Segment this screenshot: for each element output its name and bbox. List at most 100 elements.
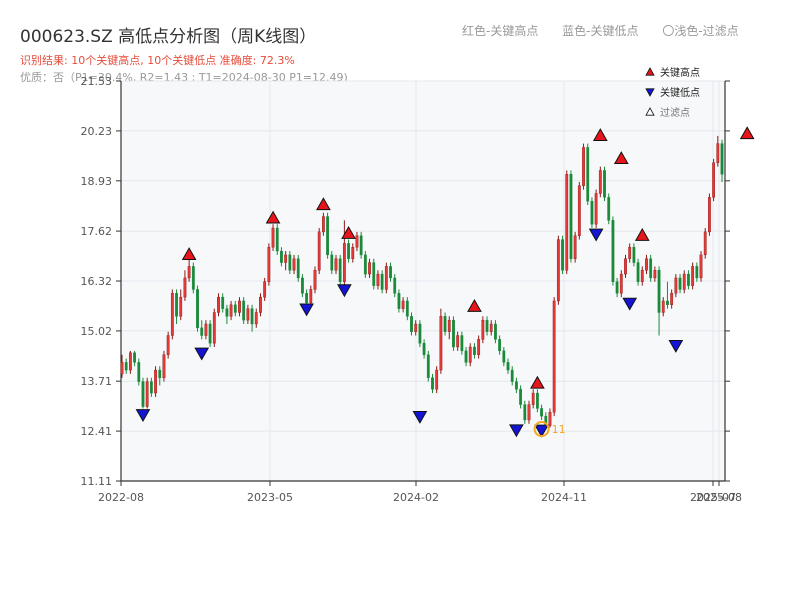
candle-body [397,293,401,309]
candle-body [292,258,296,271]
candle-body [691,266,695,286]
candle-body [301,277,304,294]
candle-body [670,293,674,306]
legend-label: 关键低点 [660,86,700,99]
candle-body [288,254,292,271]
candle-body [405,300,409,317]
candle-body [607,197,611,221]
legend-label: 关键高点 [660,66,700,79]
candle-body [431,377,434,390]
candle-body [145,381,149,407]
candle-body [720,143,724,175]
candle-body [372,262,376,286]
candle-body [473,346,476,355]
candle-body [561,239,564,271]
candle-body [712,162,716,198]
y-tick-label: 21.53 [81,75,113,88]
candle-body [271,227,275,248]
candle-body [196,289,199,329]
candle-body [628,247,632,259]
candle-body [410,316,413,332]
candle-body [246,308,250,321]
candle-body [678,277,682,290]
candle-body [200,327,204,336]
candle-body [254,312,258,325]
candle-body [263,281,267,298]
candle-body [170,293,174,336]
legend-marker [645,67,655,76]
candle-body [619,273,623,294]
candle-body [590,200,594,225]
y-tick-label: 15.02 [81,325,113,338]
candle-body [598,170,602,194]
candle-body [577,185,581,236]
candle-body [154,369,157,394]
candle-body [317,231,321,271]
candle-body [594,193,598,225]
candle-body [477,339,481,355]
candle-body [321,216,325,233]
candle-body [452,319,455,348]
candle-body [124,362,128,371]
y-tick-label: 16.32 [81,275,113,288]
candle-body [217,296,220,313]
candle-body [401,300,405,309]
candle-body [175,293,178,317]
candle-body [699,254,703,279]
candle-body [389,266,392,279]
candle-body [280,250,283,263]
candle-body [267,247,271,282]
candlestick-chart: 11.11 12.41 13.71 15.02 16.32 17.62 18.93 20.23… [81,66,755,504]
x-tick-label: 2024-02 [393,491,439,504]
candle-body [582,147,585,186]
candle-body [120,362,124,375]
candle-body [603,170,606,198]
candle-body [225,308,229,317]
candle-body [183,277,187,298]
candle-body [380,273,384,290]
candle-body [632,247,636,263]
candle-body [250,308,254,325]
candle-body [233,304,237,313]
candle-body [460,335,464,352]
candle-body [703,231,707,256]
candle-body [305,293,309,304]
x-tick-label: 2024-11 [541,491,587,504]
candle-body [426,354,430,378]
y-tick-label: 11.11 [81,475,113,488]
x-tick-label: 2022-08 [98,491,144,504]
candle-body [708,197,711,233]
key-high-marker [739,126,755,140]
candle-body [191,266,195,290]
candle-body [510,369,514,382]
y-tick-label: 13.71 [81,375,113,388]
candle-body [552,300,556,413]
candle-body [565,174,569,271]
candle-body [653,270,657,279]
candle-body [347,243,350,259]
candle-body [338,258,342,282]
candle-body [657,270,661,313]
candle-body [611,220,615,282]
candle-body [573,235,577,259]
candle-body [334,258,338,271]
candle-body [414,323,418,332]
y-tick-label: 20.23 [81,125,113,138]
candle-body [540,408,543,417]
candle-body [128,352,132,371]
candle-body [393,277,397,294]
candle-body [133,352,136,363]
candle-body [208,323,212,344]
candle-body [687,273,690,286]
candle-body [456,335,460,348]
candle-body [515,381,518,390]
candle-body [204,323,208,336]
candle-body [674,277,678,294]
candle-body [435,369,439,390]
candle-body [464,350,468,363]
candle-body [359,235,363,256]
candle-body [141,381,145,407]
candle-body [309,289,313,304]
candle-body [212,312,216,344]
candle-body [535,392,539,409]
